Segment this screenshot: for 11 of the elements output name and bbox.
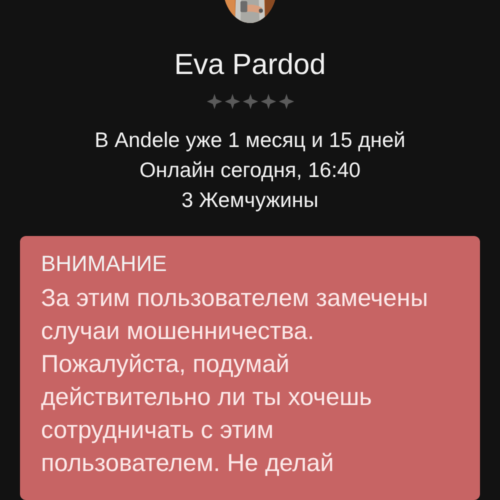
- warning-text: За этим пользователем замечены случаи мошенничества. Пожалуйста, подумай действительно ли ты хочешь сотрудничать с этим пользователем. Не делай: [41, 284, 429, 479]
- star-icon: [206, 93, 222, 110]
- profile-info: Онлайн сегодня, 16:40: [139, 158, 361, 184]
- warning-title: ВНИМАНИЕ: [41, 250, 168, 278]
- star-icon: [278, 93, 294, 110]
- profile-info: 3 Жемчужины: [182, 188, 318, 214]
- profile-name: Eva Pardod: [174, 48, 326, 83]
- star-icon: [224, 93, 240, 110]
- star-icon: [260, 93, 276, 110]
- profile-info: В Andele уже 1 месяц и 15 дней: [94, 128, 406, 154]
- star-icon: [242, 93, 258, 110]
